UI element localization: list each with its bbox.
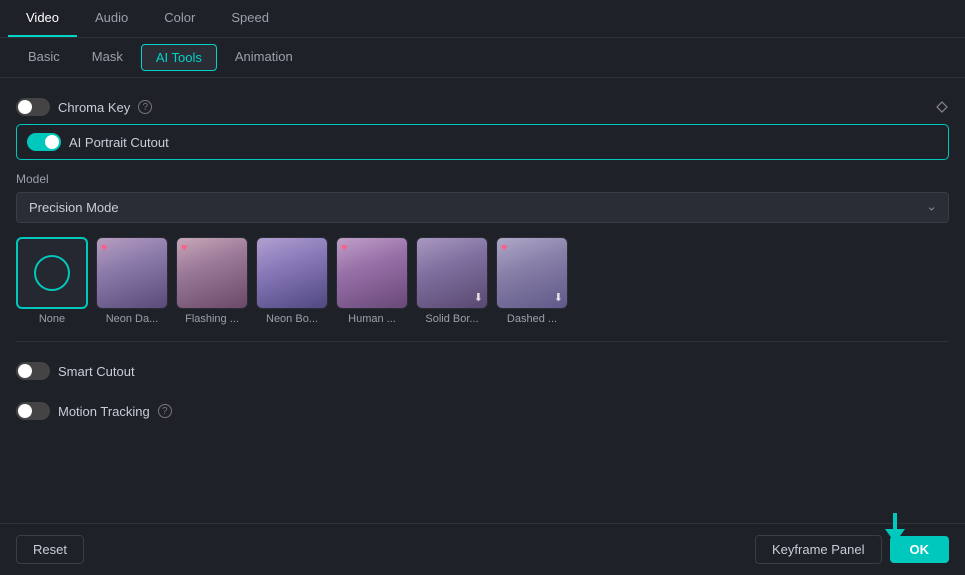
feature-rows: Smart Cutout Motion Tracking ?	[16, 354, 949, 428]
motion-tracking-toggle[interactable]	[16, 402, 50, 420]
sub-tab-ai-tools[interactable]: AI Tools	[141, 44, 217, 71]
tab-audio[interactable]: Audio	[77, 0, 146, 37]
model-select-wrapper: Precision Mode Fast Mode	[16, 192, 949, 223]
right-buttons: Keyframe Panel OK	[755, 535, 949, 564]
reset-button[interactable]: Reset	[16, 535, 84, 564]
heart-icon-2: ♥	[181, 242, 188, 254]
portrait-cutout-label: AI Portrait Cutout	[69, 135, 169, 150]
none-circle	[34, 255, 70, 291]
sub-tab-animation[interactable]: Animation	[221, 44, 307, 71]
thumb-person-3	[257, 238, 327, 308]
bottom-bar: Reset Keyframe Panel OK	[0, 523, 965, 575]
chroma-key-label: Chroma Key	[58, 100, 130, 115]
sub-tab-basic[interactable]: Basic	[14, 44, 74, 71]
thumb-label-solid-bor: Solid Bor...	[425, 313, 478, 325]
motion-tracking-help-icon[interactable]: ?	[158, 404, 172, 418]
top-tab-bar: Video Audio Color Speed	[0, 0, 965, 38]
sub-tab-bar: Basic Mask AI Tools Animation	[0, 38, 965, 78]
thumb-label-flashing: Flashing ...	[185, 313, 239, 325]
thumbnail-neon-da[interactable]: ♥ Neon Da...	[96, 237, 168, 325]
thumb-label-neon-bo: Neon Bo...	[266, 313, 318, 325]
heart-icon-3: ♥	[341, 242, 348, 254]
thumb-img-none	[16, 237, 88, 309]
thumbnail-solid-bor[interactable]: ⬇ Solid Bor...	[416, 237, 488, 325]
thumb-label-human: Human ...	[348, 313, 396, 325]
chroma-key-row: Chroma Key ?	[16, 90, 949, 124]
chroma-key-help-icon[interactable]: ?	[138, 100, 152, 114]
chroma-key-toggle[interactable]	[16, 98, 50, 116]
thumbnail-dashed[interactable]: ♥ ⬇ Dashed ...	[496, 237, 568, 325]
download-icon-1: ⬇	[474, 291, 483, 304]
diamond-icon	[935, 100, 949, 114]
thumb-img-solid-bor: ⬇	[416, 237, 488, 309]
download-icon-2: ⬇	[554, 291, 563, 304]
thumb-img-neon-da: ♥	[96, 237, 168, 309]
smart-cutout-row: Smart Cutout	[16, 354, 949, 388]
divider-1	[16, 341, 949, 342]
portrait-cutout-row: AI Portrait Cutout	[16, 124, 949, 160]
sub-tab-mask[interactable]: Mask	[78, 44, 137, 71]
thumbnail-flashing[interactable]: ♥ Flashing ...	[176, 237, 248, 325]
tab-color[interactable]: Color	[146, 0, 213, 37]
thumbnail-none[interactable]: None	[16, 237, 88, 325]
smart-cutout-label: Smart Cutout	[58, 364, 135, 379]
model-select[interactable]: Precision Mode Fast Mode	[16, 192, 949, 223]
thumb-label-none: None	[39, 313, 65, 325]
keyframe-panel-button[interactable]: Keyframe Panel	[755, 535, 882, 564]
thumb-img-dashed: ♥ ⬇	[496, 237, 568, 309]
heart-icon-4: ♥	[501, 242, 508, 254]
thumb-label-dashed: Dashed ...	[507, 313, 557, 325]
heart-icon-1: ♥	[101, 242, 108, 254]
thumbnail-human[interactable]: ♥ Human ...	[336, 237, 408, 325]
thumb-img-neon-bo	[256, 237, 328, 309]
thumb-img-flashing: ♥	[176, 237, 248, 309]
model-label: Model	[16, 172, 949, 186]
tab-video[interactable]: Video	[8, 0, 77, 37]
tab-speed[interactable]: Speed	[213, 0, 287, 37]
thumbnails-row: None ♥ Neon Da... ♥ Flashing ... Neon Bo…	[16, 237, 949, 329]
content-area: Chroma Key ? AI Portrait Cutout Model Pr…	[0, 78, 965, 440]
motion-tracking-label: Motion Tracking	[58, 404, 150, 419]
portrait-cutout-toggle[interactable]	[27, 133, 61, 151]
model-section: Model Precision Mode Fast Mode	[16, 172, 949, 223]
motion-tracking-row: Motion Tracking ?	[16, 394, 949, 428]
arrow-down-icon	[885, 513, 905, 543]
smart-cutout-toggle[interactable]	[16, 362, 50, 380]
thumb-label-neon-da: Neon Da...	[106, 313, 159, 325]
thumb-img-human: ♥	[336, 237, 408, 309]
thumbnail-neon-bo[interactable]: Neon Bo...	[256, 237, 328, 325]
